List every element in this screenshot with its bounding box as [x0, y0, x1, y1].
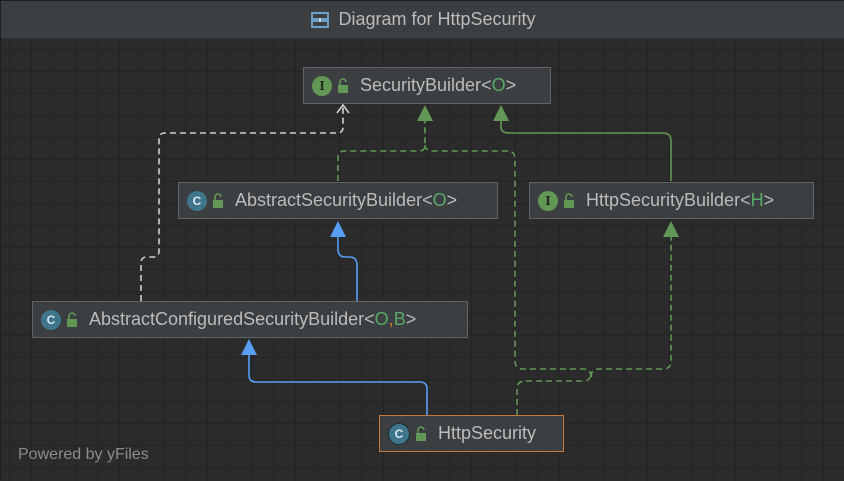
type-param: H	[750, 190, 764, 210]
node-name: HttpSecurityBuilder	[586, 190, 741, 210]
type-close: >	[446, 190, 458, 210]
edge-asb-to-sb-implements	[337, 121, 426, 181]
powered-by-label: Powered by yFiles	[18, 446, 149, 463]
node-abstract-configured-security-builder[interactable]: C AbstractConfiguredSecurityBuilder < O, B…	[32, 301, 468, 338]
abstract-class-icon: C	[187, 190, 207, 211]
type-param: O	[432, 190, 447, 210]
type-close: >	[763, 190, 775, 210]
abstract-class-icon: C	[41, 309, 61, 330]
node-abstract-security-builder[interactable]: C AbstractSecurityBuilder < O >	[178, 182, 498, 219]
node-name: SecurityBuilder	[360, 75, 482, 95]
implements-arrowhead-hsb	[663, 221, 679, 237]
node-http-security-builder[interactable]: I HttpSecurityBuilder < H >	[529, 182, 814, 219]
edge-hs-to-acsb-extends	[248, 355, 428, 415]
edge-hs-to-sb-implements	[516, 372, 592, 415]
node-name: AbstractConfiguredSecurityBuilder	[89, 309, 365, 329]
type-open: <	[740, 190, 751, 210]
edge-hs-to-sb-trunk	[424, 144, 592, 378]
type-param: O	[374, 309, 389, 329]
type-close: >	[505, 75, 517, 95]
interface-icon: I	[538, 190, 558, 211]
unlocked-icon	[564, 192, 574, 208]
node-security-builder[interactable]: I SecurityBuilder < O >	[303, 67, 551, 104]
type-param: O	[491, 75, 506, 95]
node-name: HttpSecurity	[438, 423, 537, 443]
class-icon: C	[388, 422, 410, 445]
node-http-security[interactable]: C HttpSecurity	[379, 415, 564, 452]
extends-arrowhead-acsb	[241, 339, 257, 355]
type-open: <	[422, 190, 433, 210]
type-param: B	[393, 309, 406, 329]
type-open: <	[481, 75, 492, 95]
node-name: AbstractSecurityBuilder	[235, 190, 423, 210]
extends-arrowhead-sb	[493, 105, 509, 121]
unlocked-icon	[67, 311, 77, 327]
edge-acsb-to-asb-extends	[337, 237, 358, 301]
diagram-window: Diagram for HttpSecurity I SecurityBuild…	[0, 0, 844, 481]
extends-arrowhead-asb	[330, 221, 346, 237]
edge-hsb-to-sb-extends	[500, 121, 672, 181]
edge-hs-to-hsb-implements	[590, 237, 672, 378]
implements-arrowhead-sb	[417, 105, 433, 121]
interface-icon: I	[312, 75, 332, 96]
type-close: >	[405, 309, 417, 329]
unlocked-icon	[416, 425, 426, 441]
type-open: <	[364, 309, 375, 329]
unlocked-icon	[213, 192, 223, 208]
unlocked-icon	[338, 77, 348, 93]
